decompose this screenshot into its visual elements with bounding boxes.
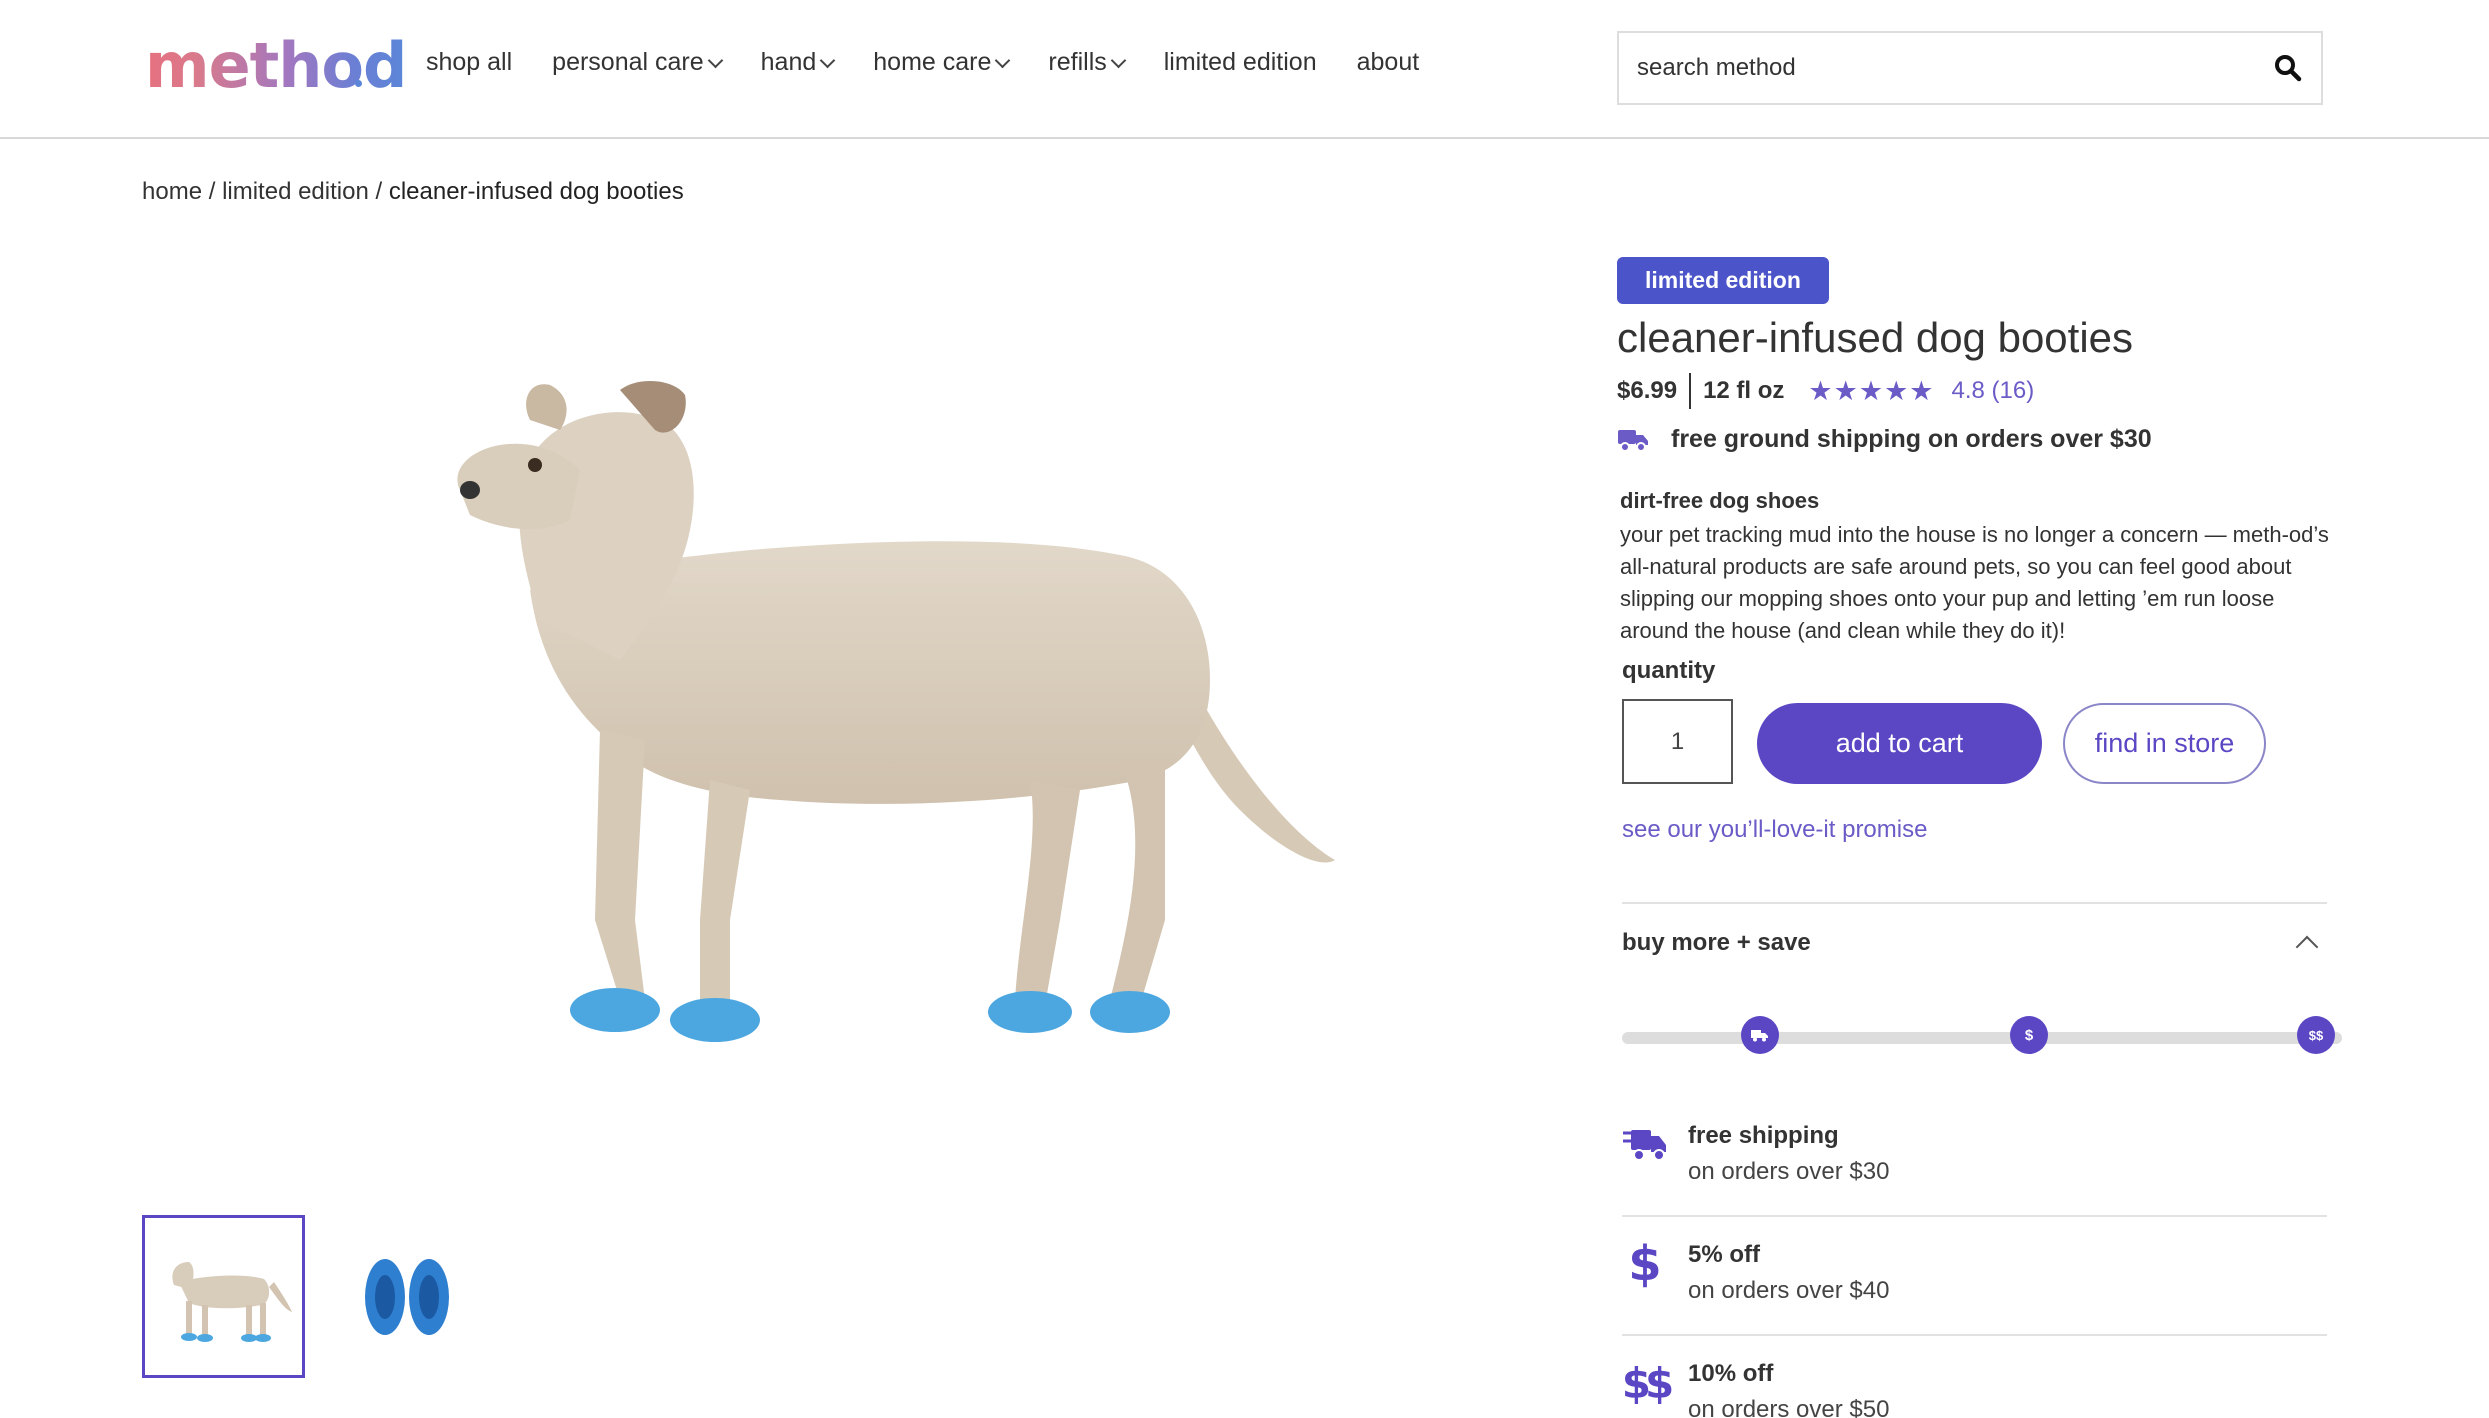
double-dollar-marker-icon: $$ [2297, 1016, 2335, 1054]
nav-shop-all[interactable]: shop all [426, 48, 512, 77]
shipping-text: free ground shipping on orders over $30 [1671, 425, 2152, 453]
product-meta: $6.99 12 fl oz ★ ★ ★ ★ ★ 4.8 (16) [1617, 373, 2034, 409]
nav-label: home care [873, 48, 992, 76]
limited-edition-badge: limited edition [1617, 257, 1829, 304]
star-icon: ★ [1808, 376, 1833, 406]
nav-label: shop all [426, 48, 513, 76]
shipping-note: free ground shipping on orders over $30 [1617, 425, 2152, 454]
tier-subtitle: on orders over $50 [1688, 1396, 1890, 1418]
breadcrumb: home / limited edition / cleaner-infused… [142, 178, 684, 206]
chevron-down-icon [1110, 52, 1127, 69]
search-icon[interactable] [2273, 53, 2303, 83]
description-heading: dirt-free dog shoes [1620, 488, 1820, 513]
logo-dot [355, 80, 362, 87]
site-header: method shop all personal care hand home … [0, 0, 2489, 139]
tier-title: free shipping [1688, 1122, 1839, 1149]
breadcrumb-separator: / [202, 178, 223, 205]
method-logo[interactable]: method [145, 28, 407, 104]
truck-icon [1617, 427, 1649, 453]
breadcrumb-current: cleaner-infused dog booties [388, 178, 684, 205]
savings-progress-track [1622, 1032, 2342, 1044]
dollar-marker-icon: $ [2010, 1016, 2048, 1054]
chevron-up-icon[interactable] [2295, 935, 2319, 959]
rating-stars[interactable]: ★ ★ ★ ★ ★ [1808, 377, 1933, 405]
promise-link[interactable]: see our you’ll-love-it promise [1622, 816, 1927, 844]
product-image [420, 360, 1360, 1080]
product-description: your pet tracking mud into the house is … [1620, 522, 2329, 643]
buy-more-save-title: buy more + save [1622, 929, 1811, 956]
nav-label: limited edition [1163, 48, 1317, 76]
dollar-icon: $ [1628, 1236, 1662, 1292]
search-input[interactable] [1637, 54, 2273, 82]
star-icon: ★ [1884, 376, 1909, 406]
quantity-input[interactable] [1622, 699, 1733, 784]
nav-refills[interactable]: refills [1048, 48, 1127, 77]
nav-label: about [1356, 48, 1420, 76]
nav-hand[interactable]: hand [760, 48, 836, 77]
truck-icon [1622, 1122, 1668, 1168]
breadcrumb-home[interactable]: home [142, 178, 202, 205]
breadcrumb-separator: / [368, 178, 389, 205]
meta-divider [1689, 373, 1692, 409]
nav-about[interactable]: about [1357, 48, 1420, 77]
product-size: 12 fl oz [1703, 377, 1785, 404]
star-icon: ★ [1833, 376, 1858, 406]
quantity-label: quantity [1622, 657, 1716, 684]
chevron-down-icon [820, 52, 836, 69]
truck-marker-icon [1741, 1016, 1779, 1054]
add-to-cart-button[interactable]: add to cart [1757, 703, 2042, 784]
image-thumbnails [142, 1215, 488, 1378]
divider [1622, 1215, 2327, 1217]
nav-personal-care[interactable]: personal care [552, 48, 723, 77]
product-price: $6.99 [1617, 377, 1678, 404]
buy-more-save-header[interactable]: buy more + save [1622, 929, 2327, 959]
chevron-down-icon [707, 52, 723, 69]
tier-title: 5% off [1688, 1241, 1760, 1268]
main-nav: shop all personal care hand home care re… [426, 48, 1459, 77]
dog-thumbnail[interactable] [142, 1215, 305, 1378]
divider [1622, 902, 2327, 904]
tier-title: 10% off [1688, 1360, 1774, 1387]
booties-thumbnail[interactable] [325, 1215, 488, 1378]
chevron-down-icon [995, 52, 1011, 69]
search-box [1617, 31, 2323, 105]
product-title: cleaner-infused dog booties [1617, 314, 2134, 361]
breadcrumb-limited-edition[interactable]: limited edition [222, 178, 369, 205]
tier-subtitle: on orders over $40 [1688, 1277, 1890, 1304]
star-icon: ★ [1909, 376, 1934, 406]
star-icon: ★ [1858, 376, 1884, 406]
divider [1622, 1334, 2327, 1336]
nav-label: hand [760, 48, 817, 76]
double-dollar-icon: $$ [1621, 1358, 1674, 1408]
nav-label: personal care [552, 48, 704, 76]
nav-limited-edition[interactable]: limited edition [1164, 48, 1317, 77]
tier-subtitle: on orders over $30 [1688, 1158, 1890, 1185]
rating-text[interactable]: 4.8 (16) [1952, 377, 2035, 405]
nav-home-care[interactable]: home care [873, 48, 1011, 77]
nav-label: refills [1048, 48, 1107, 76]
find-in-store-button[interactable]: find in store [2063, 703, 2266, 784]
